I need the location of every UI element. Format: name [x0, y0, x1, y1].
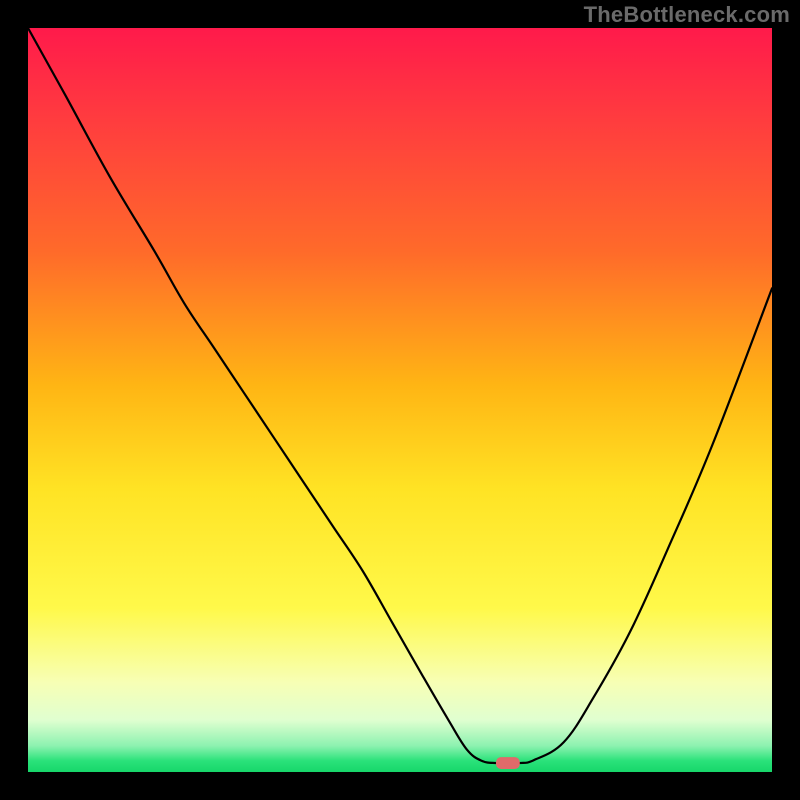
plot-svg — [28, 28, 772, 772]
gradient-background — [28, 28, 772, 772]
watermark-text: TheBottleneck.com — [584, 2, 790, 28]
optimal-marker — [496, 757, 520, 769]
chart-frame: TheBottleneck.com — [0, 0, 800, 800]
plot-area — [28, 28, 772, 772]
